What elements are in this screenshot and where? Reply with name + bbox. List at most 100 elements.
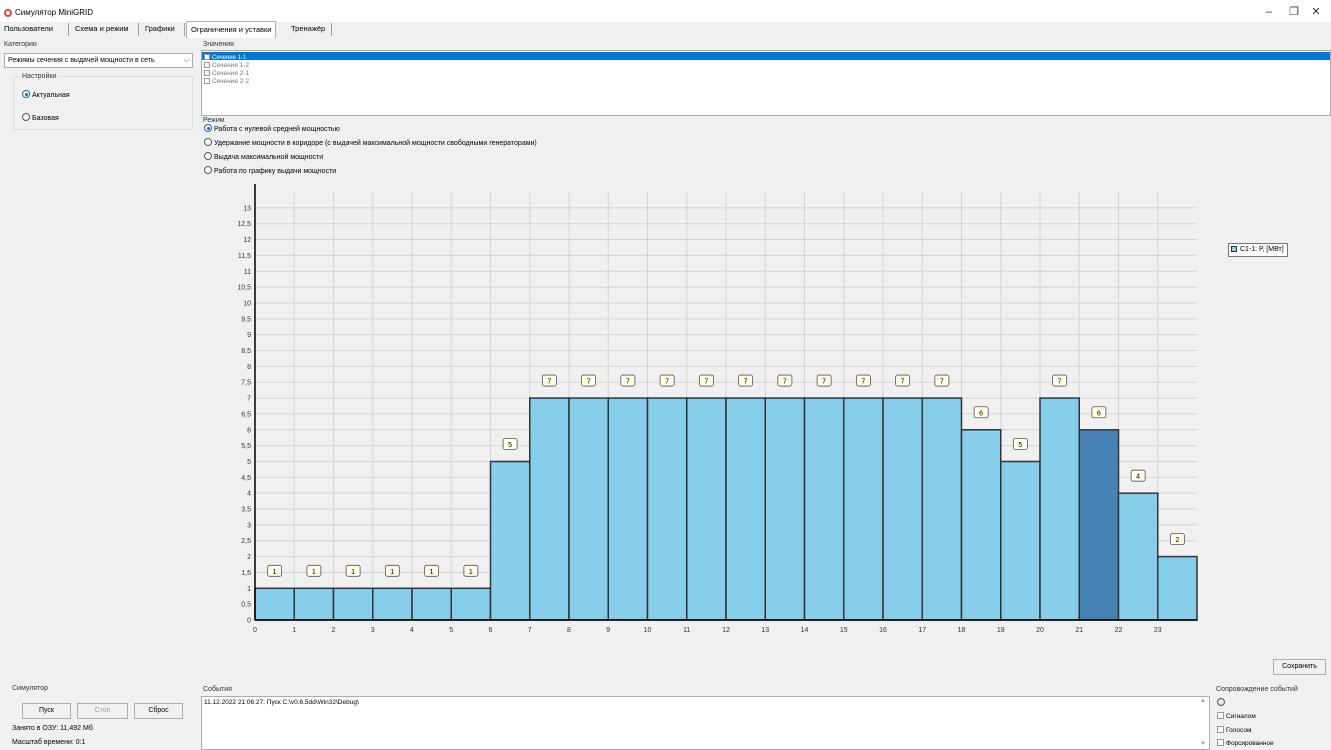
window-title: Симулятор MiniGRID bbox=[15, 8, 94, 17]
checkbox-icon bbox=[1217, 726, 1224, 733]
x-tick-label: 16 bbox=[879, 627, 887, 634]
radio-mode-corridor[interactable]: Удержание мощности в коридоре (с выдачей… bbox=[204, 138, 537, 147]
data-label: 1 bbox=[273, 569, 277, 576]
tab-charts[interactable]: Графики bbox=[141, 21, 179, 38]
list-item[interactable]: Сечение 2-2 bbox=[204, 78, 249, 85]
data-label: 1 bbox=[430, 569, 434, 576]
start-button[interactable]: Пуск bbox=[22, 703, 71, 719]
tab-strip: Пользователи Схема и режим Графики Огран… bbox=[0, 21, 1331, 38]
y-tick-label: 11 bbox=[244, 269, 251, 276]
data-label: 2 bbox=[1175, 537, 1179, 544]
tab-separator bbox=[138, 23, 139, 36]
data-label: 7 bbox=[626, 379, 630, 386]
x-tick-label: 2 bbox=[332, 627, 336, 634]
chart-bar bbox=[843, 397, 884, 621]
radio-mode-schedule[interactable]: Работа по графику выдачи мощности bbox=[204, 166, 336, 175]
tab-users[interactable]: Пользователи bbox=[0, 21, 57, 38]
tab-separator bbox=[68, 23, 69, 36]
radio-base[interactable]: Базовая bbox=[22, 113, 59, 122]
checkbox-voice[interactable]: Голосом bbox=[1217, 726, 1251, 734]
x-tick-label: 23 bbox=[1154, 627, 1162, 634]
reset-button[interactable]: Сброс bbox=[134, 703, 183, 719]
y-tick-label: 3,5 bbox=[241, 507, 251, 514]
tab-trainer[interactable]: Тренажёр bbox=[287, 21, 329, 38]
checkbox-signal[interactable]: Сигналом bbox=[1217, 712, 1256, 720]
x-tick-label: 9 bbox=[606, 627, 610, 634]
radio-mode-zero-average[interactable]: Работа с нулевой средней мощностью bbox=[204, 124, 340, 133]
list-item-label: Сечение 2-2 bbox=[212, 78, 250, 85]
time-scale: Масштаб времени: 0:1 bbox=[12, 739, 86, 746]
categories-label: Категории bbox=[4, 41, 37, 48]
data-label: 7 bbox=[783, 379, 787, 386]
stop-button[interactable]: Стоп bbox=[77, 703, 128, 719]
chart-bar bbox=[646, 397, 688, 621]
x-tick-label: 19 bbox=[997, 627, 1005, 634]
data-label: 7 bbox=[940, 379, 944, 386]
y-tick-label: 5 bbox=[247, 459, 251, 466]
list-item[interactable]: Сечение 1-2 bbox=[204, 62, 249, 69]
radio-label: Базовая bbox=[32, 115, 59, 122]
x-tick-label: 0 bbox=[253, 627, 257, 634]
list-item-selected[interactable]: Сечение 1-1 bbox=[202, 52, 1330, 61]
data-label: 7 bbox=[1058, 379, 1062, 386]
radio-mode-max-power[interactable]: Выдача максимальной мощности bbox=[204, 152, 323, 161]
data-label: 7 bbox=[744, 379, 748, 386]
y-tick-label: 12 bbox=[243, 237, 251, 244]
checkbox-label: Сигналом bbox=[1226, 713, 1256, 720]
list-item-label: Сечение 2-1 bbox=[212, 70, 250, 77]
data-label: 7 bbox=[587, 379, 591, 386]
data-label: 4 bbox=[1136, 474, 1140, 481]
radio-label: Актуальная bbox=[32, 92, 70, 99]
radio-actual[interactable]: Актуальная bbox=[22, 90, 70, 99]
data-label: 6 bbox=[1097, 410, 1101, 417]
x-tick-label: 18 bbox=[958, 627, 966, 634]
app-logo-icon bbox=[4, 9, 12, 17]
data-label: 1 bbox=[312, 569, 316, 576]
category-select[interactable]: Режимы сечения с выдачей мощности в сеть… bbox=[4, 53, 193, 68]
data-label: 6 bbox=[979, 410, 983, 417]
x-tick-label: 10 bbox=[644, 627, 652, 634]
list-item-label: Сечение 1-1 bbox=[212, 55, 247, 61]
tab-scheme[interactable]: Схема и режим bbox=[71, 21, 133, 38]
x-tick-label: 12 bbox=[722, 627, 730, 634]
x-tick-label: 21 bbox=[1075, 627, 1083, 634]
close-button[interactable]: ✕ bbox=[1305, 4, 1327, 20]
x-tick-label: 14 bbox=[801, 627, 809, 634]
tab-separator bbox=[331, 23, 332, 36]
checkbox-icon bbox=[1217, 712, 1224, 719]
chart-legend: С1-1: Р, [МВт] bbox=[1228, 243, 1288, 257]
values-label: Значения bbox=[203, 41, 234, 48]
list-item[interactable]: Сечение 2-1 bbox=[204, 70, 249, 77]
chart-bar bbox=[764, 397, 806, 621]
checkbox-icon bbox=[204, 78, 210, 84]
data-label: 7 bbox=[861, 379, 865, 386]
y-tick-label: 6 bbox=[247, 427, 251, 434]
minimize-button[interactable]: – bbox=[1258, 4, 1280, 20]
chevron-down-icon: ⌵ bbox=[183, 57, 189, 64]
events-label: События bbox=[203, 686, 232, 693]
y-tick-label: 7,5 bbox=[241, 380, 251, 387]
scroll-down-icon[interactable]: ▼ bbox=[1200, 741, 1206, 747]
x-tick-label: 22 bbox=[1115, 627, 1123, 634]
events-log[interactable]: 11.12.2022 21:06:27: Пуск C:\v0.6.5dd\Wi… bbox=[201, 696, 1210, 750]
checkbox-label: Голосом bbox=[1226, 727, 1252, 734]
data-label: 5 bbox=[508, 442, 512, 449]
checkbox-forced[interactable]: Форсированное bbox=[1217, 739, 1274, 747]
x-tick-label: 15 bbox=[840, 627, 848, 634]
chart-bar bbox=[450, 587, 492, 621]
scroll-up-icon[interactable]: ▲ bbox=[1200, 698, 1206, 704]
chart-bar bbox=[332, 587, 374, 621]
restore-button[interactable]: ❐ bbox=[1283, 4, 1305, 20]
y-tick-label: 9,5 bbox=[241, 316, 251, 323]
x-tick-label: 17 bbox=[918, 627, 926, 634]
title-bar: Симулятор MiniGRID – ❐ ✕ bbox=[0, 0, 1331, 22]
data-label: 7 bbox=[901, 379, 905, 386]
y-tick-label: 1 bbox=[247, 586, 251, 593]
tab-limits[interactable]: Ограничения и уставки bbox=[186, 21, 277, 38]
chart-bar bbox=[607, 397, 649, 621]
save-button[interactable]: Сохранить bbox=[1273, 659, 1326, 675]
radio-empty-icon bbox=[22, 113, 30, 121]
x-tick-label: 3 bbox=[371, 627, 375, 634]
chart-bar bbox=[529, 397, 570, 621]
y-tick-label: 2 bbox=[247, 554, 251, 561]
